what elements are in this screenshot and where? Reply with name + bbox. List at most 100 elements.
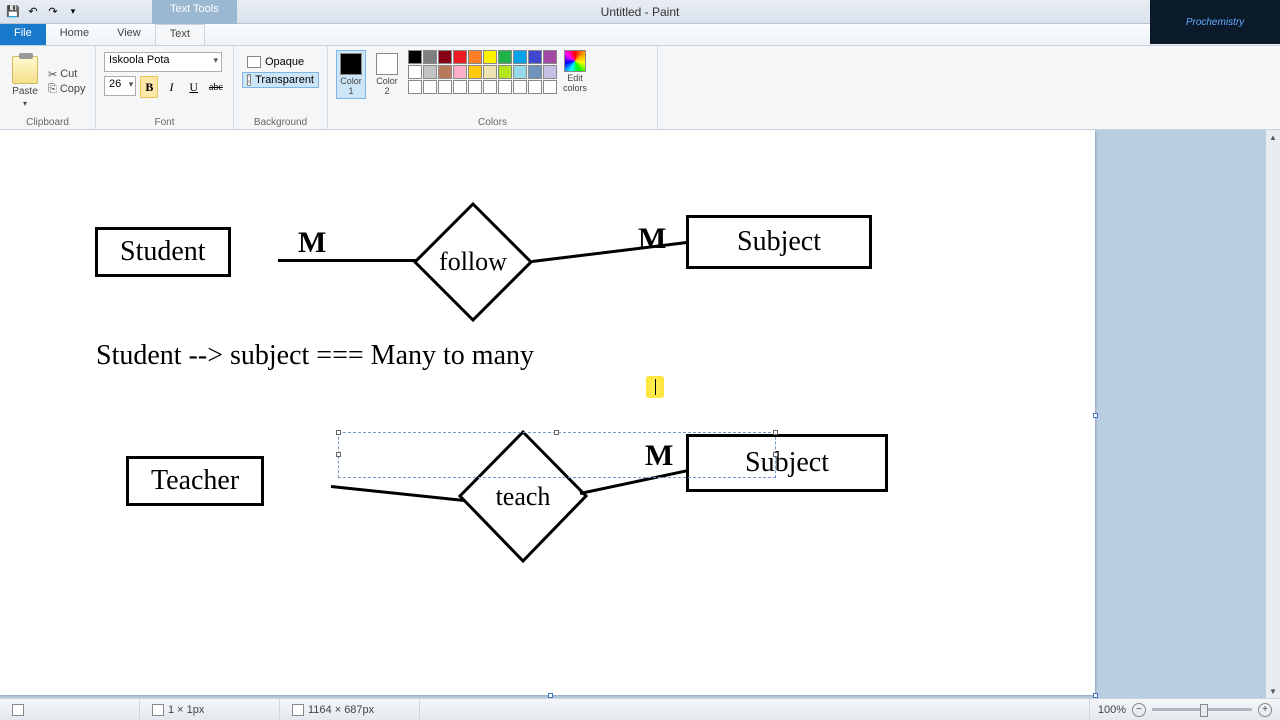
cut-button[interactable]: ✂Cut xyxy=(48,68,86,81)
scroll-down-icon[interactable]: ▼ xyxy=(1266,684,1280,698)
copy-button[interactable]: ⎘Copy xyxy=(48,83,86,96)
entity-student: Student xyxy=(95,227,231,277)
tab-text[interactable]: Text xyxy=(155,24,205,45)
paste-icon xyxy=(12,56,38,84)
bold-button[interactable]: B xyxy=(140,76,158,98)
cursor-highlight xyxy=(646,376,664,398)
size-icon xyxy=(292,704,304,716)
font-size-select[interactable]: 26 xyxy=(104,76,136,96)
color-swatch-empty[interactable] xyxy=(498,80,512,94)
vertical-scrollbar[interactable]: ▲ ▼ xyxy=(1266,130,1280,698)
color-swatch[interactable] xyxy=(498,50,512,64)
color-swatch[interactable] xyxy=(468,65,482,79)
status-position xyxy=(0,699,140,720)
status-filesize xyxy=(420,699,1090,720)
color-swatch[interactable] xyxy=(513,65,527,79)
edit-colors-icon xyxy=(564,50,586,72)
qat-customize-icon[interactable]: ▾ xyxy=(64,3,82,21)
color-swatch-empty[interactable] xyxy=(513,80,527,94)
color1-button[interactable]: Color 1 xyxy=(336,50,366,99)
color-swatch[interactable] xyxy=(483,50,497,64)
color-swatch-empty[interactable] xyxy=(453,80,467,94)
group-font: Font xyxy=(104,117,225,128)
color-swatch-empty[interactable] xyxy=(423,80,437,94)
active-text-box[interactable]: M xyxy=(338,432,776,478)
group-clipboard: Clipboard xyxy=(8,117,87,128)
scroll-up-icon[interactable]: ▲ xyxy=(1266,130,1280,144)
zoom-level: 100% xyxy=(1098,704,1126,716)
color-swatch-empty[interactable] xyxy=(408,80,422,94)
color-swatch[interactable] xyxy=(543,50,557,64)
color-palette xyxy=(408,50,557,94)
color-swatch[interactable] xyxy=(408,65,422,79)
color-swatch[interactable] xyxy=(423,65,437,79)
line-teacher-teach xyxy=(331,485,477,503)
zoom-slider[interactable] xyxy=(1152,708,1252,711)
color-swatch[interactable] xyxy=(498,65,512,79)
color-swatch[interactable] xyxy=(438,50,452,64)
edit-colors-label: Edit colors xyxy=(563,73,587,93)
canvas[interactable]: Student M follow M Subject Student --> s… xyxy=(0,130,1095,695)
color-swatch-empty[interactable] xyxy=(438,80,452,94)
save-icon[interactable]: 💾 xyxy=(4,3,22,21)
color-swatch[interactable] xyxy=(513,50,527,64)
teach-label: teach xyxy=(496,482,551,512)
transparent-option[interactable]: Transparent xyxy=(242,72,319,88)
status-size: 1164 × 687px xyxy=(280,699,420,720)
font-family-select[interactable]: Iskoola Pota xyxy=(104,52,222,72)
color-swatch[interactable] xyxy=(543,65,557,79)
transparent-icon xyxy=(247,74,251,86)
color2-label: Color 2 xyxy=(376,76,398,96)
color-swatch[interactable] xyxy=(468,50,482,64)
opaque-option[interactable]: Opaque xyxy=(242,54,319,70)
tab-home[interactable]: Home xyxy=(46,24,103,45)
color-swatch[interactable] xyxy=(453,65,467,79)
transparent-label: Transparent xyxy=(255,74,314,86)
color-swatch[interactable] xyxy=(408,50,422,64)
window-title: Untitled - Paint xyxy=(601,5,680,19)
color-swatch-empty[interactable] xyxy=(483,80,497,94)
color-swatch[interactable] xyxy=(423,50,437,64)
underline-button[interactable]: U xyxy=(185,76,203,98)
italic-button[interactable]: I xyxy=(162,76,180,98)
redo-icon[interactable]: ↷ xyxy=(44,3,62,21)
file-tab[interactable]: File xyxy=(0,24,46,45)
cardinality-m1: M xyxy=(298,226,326,260)
opaque-icon xyxy=(247,56,261,68)
group-background: Background xyxy=(242,117,319,128)
cut-label: Cut xyxy=(60,68,77,80)
explanation-text: Student --> subject === Many to many xyxy=(96,340,534,372)
color1-label: Color 1 xyxy=(340,76,362,96)
color-swatch[interactable] xyxy=(483,65,497,79)
canvas-handle-right[interactable] xyxy=(1093,413,1098,418)
undo-icon[interactable]: ↶ xyxy=(24,3,42,21)
cardinality-m2: M xyxy=(638,222,666,256)
color-swatch[interactable] xyxy=(528,50,542,64)
canvas-size-label: 1164 × 687px xyxy=(308,704,374,716)
color-swatch[interactable] xyxy=(453,50,467,64)
color-swatch[interactable] xyxy=(528,65,542,79)
follow-label: follow xyxy=(439,247,507,277)
zoom-in-button[interactable]: + xyxy=(1258,703,1272,717)
strikethrough-button[interactable]: abc xyxy=(207,76,225,98)
zoom-out-button[interactable]: − xyxy=(1132,703,1146,717)
position-icon xyxy=(12,704,24,716)
opaque-label: Opaque xyxy=(265,56,304,68)
color-swatch-empty[interactable] xyxy=(543,80,557,94)
color2-swatch xyxy=(376,53,398,75)
edit-colors-button[interactable]: Edit colors xyxy=(563,50,587,93)
cursor-pos-label: 1 × 1px xyxy=(168,704,204,716)
color-swatch[interactable] xyxy=(438,65,452,79)
relationship-follow: follow xyxy=(413,202,533,322)
color2-button[interactable]: Color 2 xyxy=(372,50,402,99)
color-swatch-empty[interactable] xyxy=(468,80,482,94)
status-selection: 1 × 1px xyxy=(140,699,280,720)
entity-subject1: Subject xyxy=(686,215,872,269)
entity-teacher: Teacher xyxy=(126,456,264,506)
tab-view[interactable]: View xyxy=(103,24,155,45)
context-tab-text-tools: Text Tools xyxy=(152,0,237,24)
copy-label: Copy xyxy=(60,83,86,95)
paste-label: Paste xyxy=(12,86,38,97)
color-swatch-empty[interactable] xyxy=(528,80,542,94)
paste-button[interactable]: Paste ▾ xyxy=(8,54,42,110)
